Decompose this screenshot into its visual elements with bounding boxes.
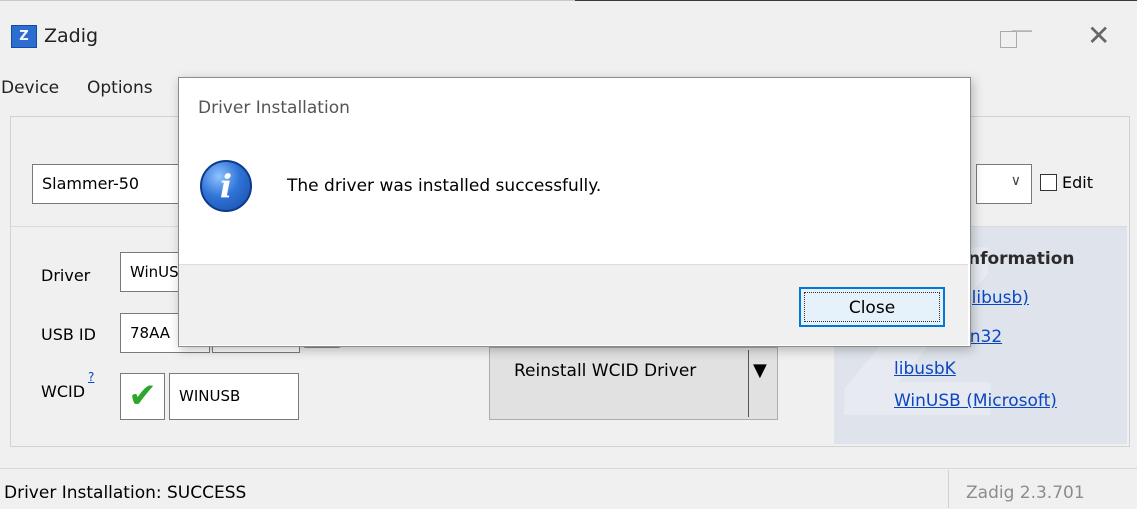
zadig-app-icon: Z: [11, 25, 37, 48]
wcid-field: WINUSB: [169, 373, 299, 420]
close-window-button[interactable]: ✕: [1087, 19, 1110, 52]
title-bar: [0, 1, 1137, 69]
dialog-message: The driver was installed successfully.: [287, 176, 602, 196]
wcid-label: WCID: [41, 382, 86, 401]
maximize-icon: [1000, 31, 1017, 48]
usb-id-label: USB ID: [41, 325, 96, 344]
chevron-down-icon: ∨: [1010, 173, 1021, 189]
info-icon: i: [200, 160, 252, 212]
wcid-help-link[interactable]: ?: [88, 370, 94, 384]
link-winusb-libusb[interactable]: (libusb): [965, 288, 1029, 308]
edit-checkbox[interactable]: [1040, 174, 1057, 191]
link-winusb-microsoft[interactable]: WinUSB (Microsoft): [894, 391, 1057, 411]
menu-device[interactable]: Device: [1, 78, 59, 98]
maximize-button[interactable]: [990, 22, 1026, 58]
split-button-separator: [748, 350, 749, 417]
status-text: Driver Installation: SUCCESS: [4, 483, 247, 503]
reinstall-driver-button[interactable]: [489, 347, 778, 420]
version-label: Zadig 2.3.701: [966, 483, 1085, 503]
menu-options[interactable]: Options: [87, 78, 174, 98]
info-title: nformation: [968, 249, 1075, 269]
driver-label: Driver: [41, 266, 91, 285]
edit-label: Edit: [1062, 173, 1093, 192]
status-separator: [948, 470, 949, 508]
reinstall-driver-label: Reinstall WCID Driver: [514, 361, 697, 381]
link-libusbk[interactable]: libusbK: [894, 359, 956, 379]
device-dropdown-button[interactable]: ∨: [976, 164, 1032, 204]
checkmark-icon: ✔: [120, 373, 165, 420]
split-dropdown-icon[interactable]: ▼: [753, 360, 767, 381]
dialog-close-button[interactable]: Close: [799, 287, 945, 327]
dialog-title: Driver Installation: [198, 98, 350, 118]
dialog-close-label: Close: [804, 292, 940, 322]
window-title: Zadig: [44, 25, 99, 47]
